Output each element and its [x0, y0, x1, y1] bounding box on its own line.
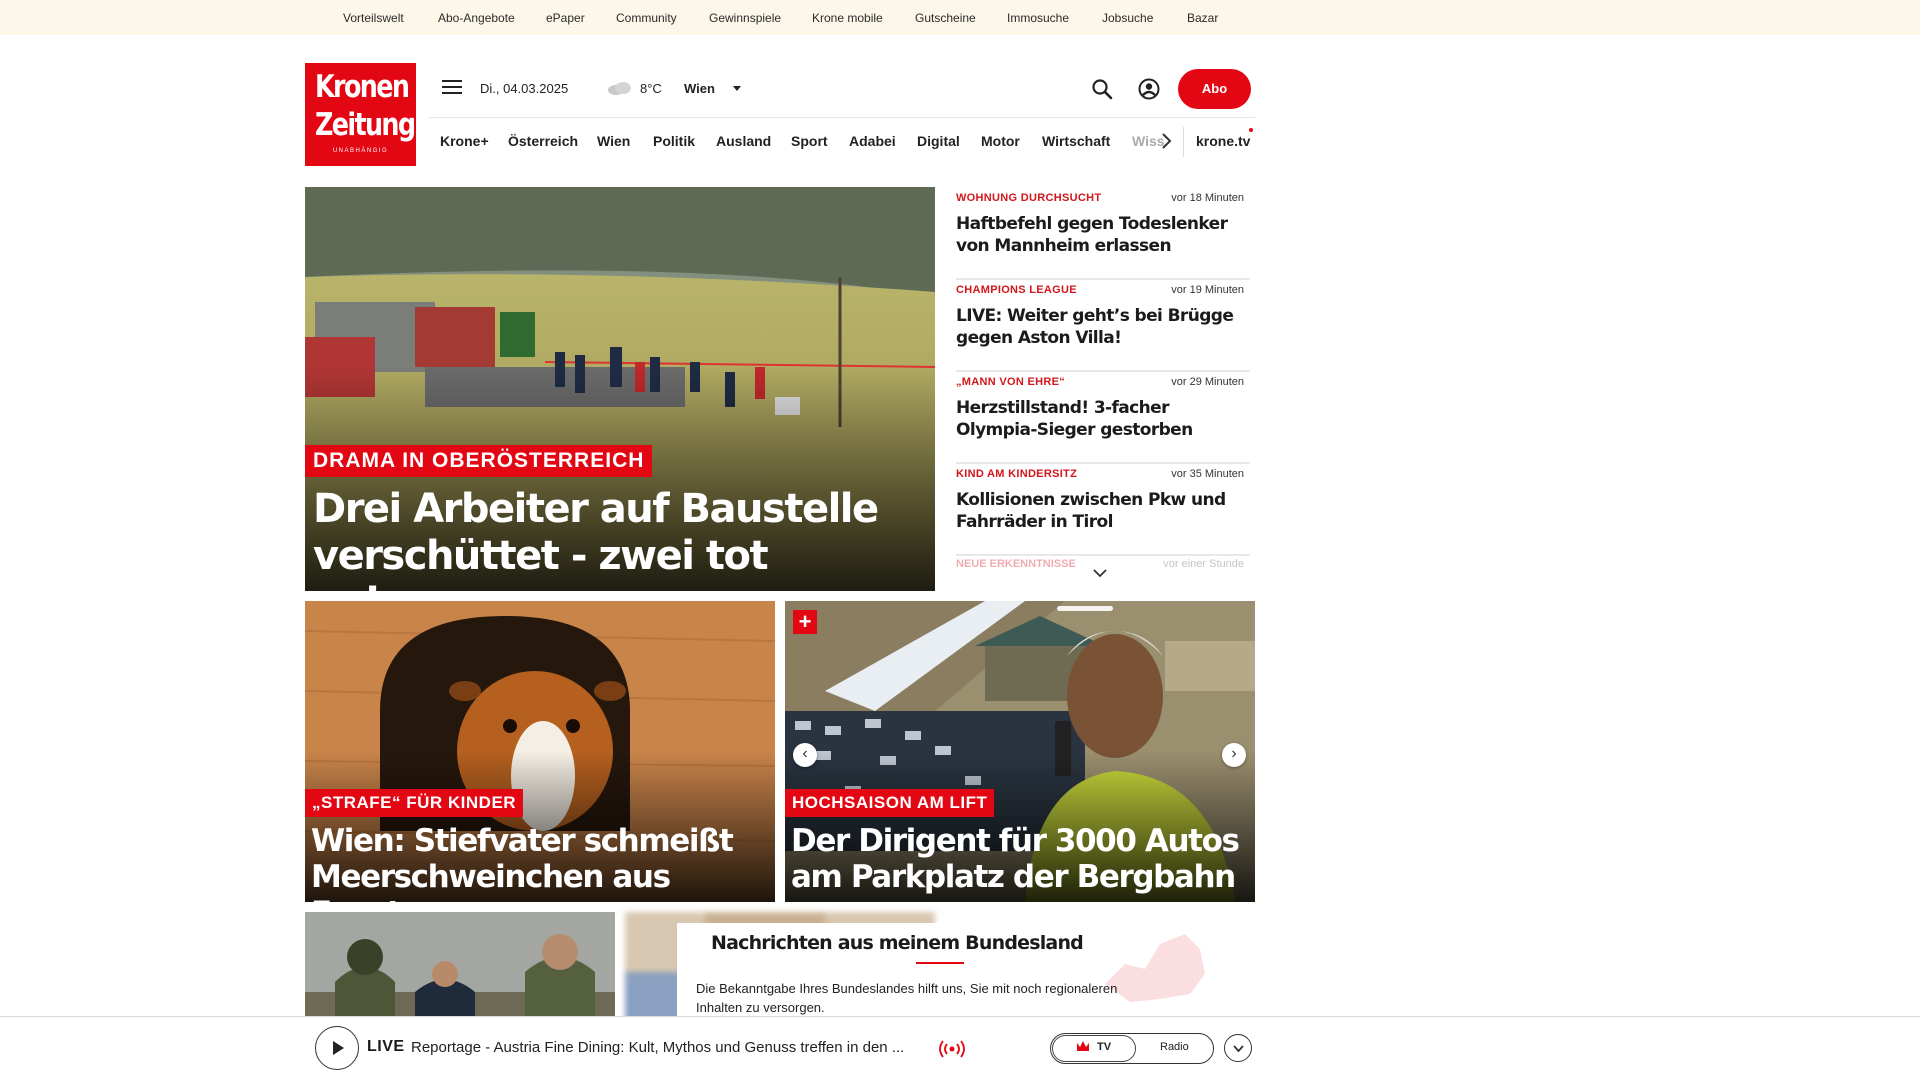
broadcast-icon: [939, 1040, 965, 1058]
temperature: 8°C: [640, 81, 662, 96]
topbar-link-gutscheine[interactable]: Gutscheine: [915, 11, 976, 25]
article-card[interactable]: + ‹ › HOCHSAISON AM LIFT Der Dirigent fü…: [785, 601, 1255, 902]
card-headline[interactable]: Der Dirigent für 3000 Autos am Parkplatz…: [791, 823, 1251, 895]
news-headline[interactable]: Herzstillstand! 3-facher Olympia-Sieger …: [956, 397, 1246, 441]
news-list-item[interactable]: WOHNUNG DURCHSUCHT vor 18 Minuten Haftbe…: [956, 188, 1250, 280]
nav-item-motor[interactable]: Motor: [981, 133, 1020, 149]
news-timestamp: vor 35 Minuten: [1171, 468, 1244, 480]
chevron-right-icon[interactable]: [1160, 132, 1172, 150]
search-icon[interactable]: [1091, 78, 1113, 100]
bundesland-description: Die Bekanntgabe Ihres Bundeslandes hilft…: [696, 981, 1118, 1015]
topbar-link-community[interactable]: Community: [616, 11, 677, 25]
news-kicker: „MANN VON EHRE“: [956, 376, 1066, 388]
card-kicker: HOCHSAISON AM LIFT: [785, 789, 995, 817]
live-indicator-dot: [1249, 128, 1253, 132]
expand-player-button[interactable]: [1224, 1034, 1252, 1062]
nav-item-oesterreich[interactable]: Österreich: [508, 133, 578, 149]
topbar-link-bazar[interactable]: Bazar: [1187, 11, 1218, 25]
radio-option-label[interactable]: Radio: [1160, 1041, 1189, 1053]
news-headline[interactable]: Haftbefehl gegen Todeslenker von Mannhei…: [956, 213, 1246, 257]
crown-icon: [1077, 1041, 1089, 1051]
nav-item-politik[interactable]: Politik: [653, 133, 695, 149]
tv-option[interactable]: [1052, 1035, 1136, 1062]
cloud-icon: [608, 82, 631, 95]
logo-line-2: Zeitung: [314, 107, 416, 143]
chevron-down-icon[interactable]: [1092, 567, 1108, 579]
chevron-down-icon[interactable]: [733, 86, 741, 91]
news-list-item[interactable]: CHAMPIONS LEAGUE vor 19 Minuten LIVE: We…: [956, 280, 1250, 372]
topbar-link-jobsuche[interactable]: Jobsuche: [1102, 11, 1153, 25]
news-headline[interactable]: Kollisionen zwischen Pkw und Fahrräder i…: [956, 489, 1246, 533]
news-timestamp: vor 19 Minuten: [1171, 284, 1244, 296]
menu-icon[interactable]: [442, 80, 462, 96]
kronen-zeitung-logo[interactable]: Kronen Zeitung UNABHÄNGIG: [305, 63, 416, 166]
news-headline[interactable]: LIVE: Weiter geht’s bei Brügge gegen Ast…: [956, 305, 1246, 349]
news-timestamp: vor 18 Minuten: [1171, 192, 1244, 204]
news-kicker: KIND AM KINDERSITZ: [956, 468, 1078, 480]
nav-item-wien[interactable]: Wien: [597, 133, 630, 149]
article-card[interactable]: „STRAFE“ FÜR KINDER Wien: Stiefvater sch…: [305, 601, 775, 902]
news-timestamp: vor 29 Minuten: [1171, 376, 1244, 388]
news-timestamp: vor einer Stunde: [1163, 558, 1244, 570]
topbar-link-abo-angebote[interactable]: Abo-Angebote: [438, 11, 515, 25]
chevron-down-icon: [1233, 1045, 1244, 1053]
tv-option-label[interactable]: TV: [1097, 1041, 1111, 1053]
hero-kicker: DRAMA IN OBERÖSTERREICH: [305, 445, 653, 477]
logo-line-3: UNABHÄNGIG: [332, 148, 389, 154]
news-kicker: NEUE ERKENNTNISSE: [956, 558, 1076, 570]
nav-item-ausland[interactable]: Ausland: [716, 133, 771, 149]
card-headline[interactable]: Wien: Stiefvater schmeißt Meerschweinche…: [311, 823, 771, 902]
header-date: Di., 04.03.2025: [480, 81, 569, 96]
news-list-item[interactable]: „MANN VON EHRE“ vor 29 Minuten Herzstill…: [956, 372, 1250, 464]
card-kicker: „STRAFE“ FÜR KINDER: [305, 789, 524, 817]
logo-line-1: Kronen: [314, 69, 410, 105]
title-underline: [916, 962, 964, 964]
play-icon[interactable]: [333, 1041, 344, 1055]
news-list-item[interactable]: KIND AM KINDERSITZ vor 35 Minuten Kollis…: [956, 464, 1250, 556]
nav-item-adabei[interactable]: Adabei: [849, 133, 896, 149]
topbar-link-gewinnspiele[interactable]: Gewinnspiele: [709, 11, 781, 25]
header-divider: [429, 117, 1255, 118]
nav-item-wirtschaft[interactable]: Wirtschaft: [1042, 133, 1110, 149]
chevron-left-icon[interactable]: ‹: [793, 743, 817, 767]
topbar-link-krone-mobile[interactable]: Krone mobile: [812, 11, 883, 25]
chevron-right-icon[interactable]: ›: [1222, 743, 1246, 767]
nav-separator: [1183, 127, 1184, 157]
nav-item-krone-tv[interactable]: krone.tv: [1196, 133, 1250, 149]
news-kicker: WOHNUNG DURCHSUCHT: [956, 192, 1102, 204]
bundesland-title: Nachrichten aus meinem Bundesland: [711, 932, 1084, 954]
krone-plus-badge: +: [793, 610, 817, 634]
live-program-title[interactable]: Reportage - Austria Fine Dining: Kult, M…: [411, 1039, 931, 1056]
nav-item-sport[interactable]: Sport: [791, 133, 828, 149]
nav-item-digital[interactable]: Digital: [917, 133, 960, 149]
topbar-link-epaper[interactable]: ePaper: [546, 11, 585, 25]
abo-button[interactable]: Abo: [1178, 69, 1251, 109]
topbar-link-immosuche[interactable]: Immosuche: [1007, 11, 1069, 25]
user-account-icon[interactable]: [1138, 78, 1160, 100]
carousel-indicator: [1057, 606, 1113, 611]
topbar-link-vorteilswelt[interactable]: Vorteilswelt: [343, 11, 404, 25]
nav-item-krone-plus[interactable]: Krone+: [440, 133, 489, 149]
top-utility-bar: Vorteilswelt Abo-Angebote ePaper Communi…: [0, 0, 1920, 35]
news-kicker: CHAMPIONS LEAGUE: [956, 284, 1077, 296]
live-label: LIVE: [367, 1038, 405, 1055]
city-selector[interactable]: Wien: [684, 81, 715, 96]
